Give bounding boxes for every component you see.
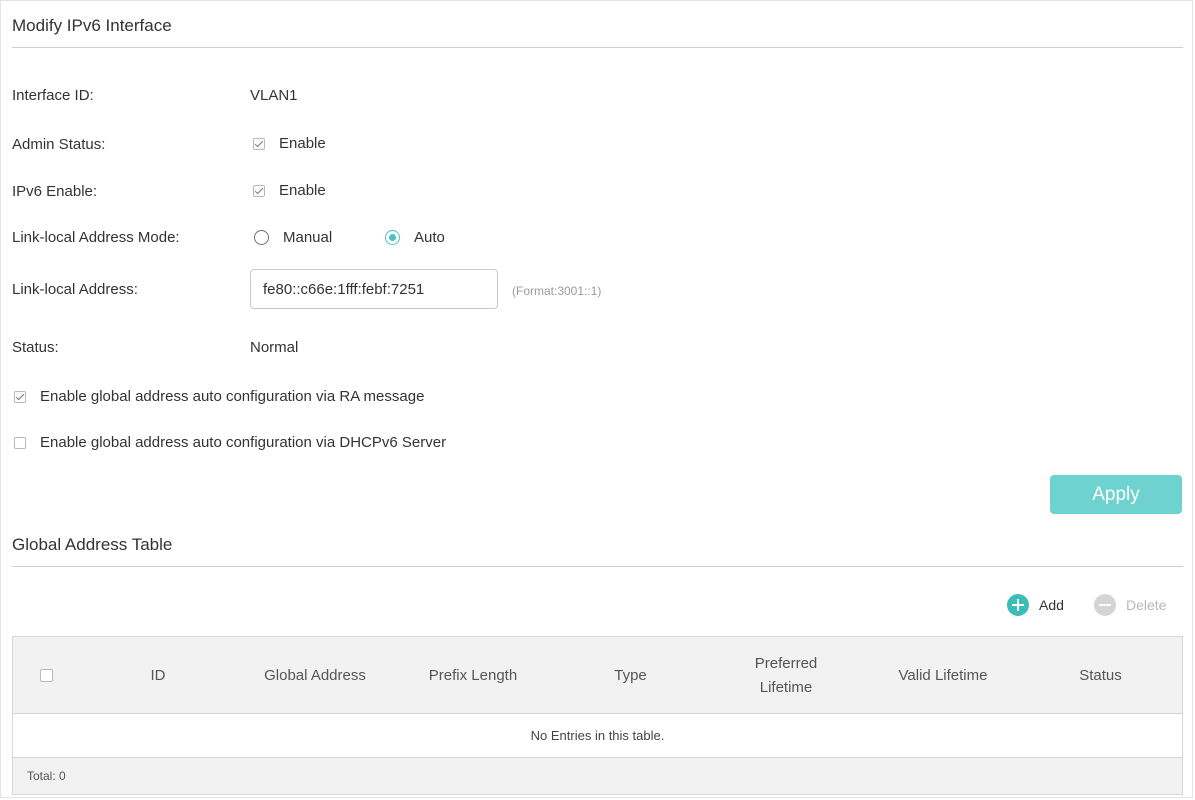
form-section-title: Modify IPv6 Interface [12, 16, 172, 35]
admin-status-label: Admin Status: [12, 136, 106, 153]
apply-button[interactable]: Apply [1050, 475, 1182, 514]
add-button[interactable]: Add [1007, 594, 1064, 616]
status-value: Normal [250, 339, 299, 356]
preferred-lifetime-line-1: Preferred [754, 654, 818, 672]
ra-auto-config-label: Enable global address auto configuration… [40, 388, 425, 405]
status-label: Status: [12, 339, 59, 356]
global-address-table: ID Global Address Prefix Length Type Pre… [12, 636, 1183, 795]
mode-manual-label: Manual [283, 229, 333, 246]
table-header: ID Global Address Prefix Length Type Pre… [13, 637, 1182, 714]
select-all-checkbox[interactable] [39, 669, 53, 682]
column-header-status[interactable]: Status [1053, 637, 1148, 714]
checkbox-checked-icon [14, 390, 26, 403]
checkbox-checked-icon [253, 184, 265, 197]
interface-id-value: VLAN1 [250, 87, 298, 104]
dhcpv6-auto-config-checkbox[interactable]: Enable global address auto configuration… [14, 434, 446, 451]
table-section-divider [12, 566, 1183, 567]
select-all-cell [31, 637, 61, 714]
radio-unchecked-icon [254, 230, 269, 245]
mode-auto-label: Auto [414, 229, 445, 246]
minus-circle-icon [1094, 594, 1116, 616]
interface-id-label: Interface ID: [12, 87, 94, 104]
checkbox-checked-icon [253, 137, 265, 150]
table-total: Total: 0 [13, 758, 1182, 794]
form-section-divider [12, 47, 1183, 48]
column-header-global-address[interactable]: Global Address [245, 637, 385, 714]
delete-button-label: Delete [1126, 597, 1167, 613]
ipv6-enable-option-label: Enable [279, 182, 326, 199]
table-empty-message: No Entries in this table. [13, 714, 1182, 758]
column-header-id[interactable]: ID [133, 637, 183, 714]
table-section-title: Global Address Table [12, 535, 173, 554]
mode-auto-radio[interactable]: Auto [385, 229, 445, 246]
link-local-address-label: Link-local Address: [12, 281, 138, 298]
ipv6-enable-checkbox[interactable]: Enable [253, 182, 326, 199]
admin-status-option-label: Enable [279, 135, 326, 152]
mode-manual-radio[interactable]: Manual [254, 229, 332, 246]
column-header-type[interactable]: Type [593, 637, 668, 714]
delete-button[interactable]: Delete [1094, 594, 1166, 616]
dhcpv6-auto-config-label: Enable global address auto configuration… [40, 434, 447, 451]
preferred-lifetime-line-2: Lifetime [759, 678, 813, 696]
admin-status-checkbox[interactable]: Enable [253, 135, 326, 152]
column-header-prefix-length[interactable]: Prefix Length [408, 637, 538, 714]
ra-auto-config-checkbox[interactable]: Enable global address auto configuration… [14, 388, 424, 405]
checkbox-unchecked-icon [14, 436, 26, 449]
link-local-address-input[interactable] [250, 269, 498, 309]
add-button-label: Add [1039, 597, 1064, 613]
link-local-mode-label: Link-local Address Mode: [12, 229, 180, 246]
ipv6-enable-label: IPv6 Enable: [12, 183, 98, 200]
column-header-preferred-lifetime[interactable]: Preferred Lifetime [731, 637, 841, 714]
link-local-address-hint: (Format:3001::1) [512, 284, 602, 298]
column-header-valid-lifetime[interactable]: Valid Lifetime [873, 637, 1013, 714]
radio-checked-icon [385, 230, 400, 245]
plus-circle-icon [1007, 594, 1029, 616]
